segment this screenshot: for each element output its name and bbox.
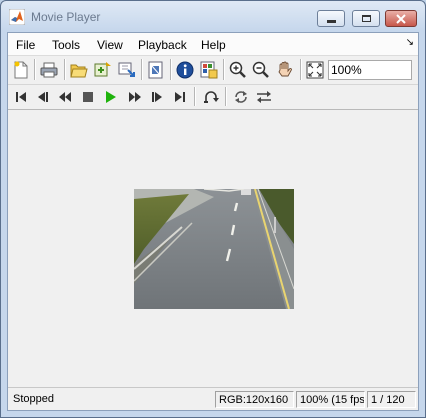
status-state: Stopped xyxy=(13,393,54,405)
zoom-level-value: 100% xyxy=(331,63,362,77)
new-window-icon xyxy=(14,61,28,79)
playback-toolbar xyxy=(8,85,418,110)
fit-to-window-button[interactable] xyxy=(305,60,325,80)
new-window-button[interactable] xyxy=(11,60,31,80)
toolbar-separator xyxy=(223,59,225,80)
zoom-level-field[interactable]: 100% xyxy=(328,60,412,80)
menu-playback[interactable]: Playback xyxy=(138,38,187,52)
print-button[interactable] xyxy=(39,60,59,80)
properties-icon xyxy=(148,61,163,79)
video-info-button[interactable] xyxy=(199,60,219,80)
stop-button[interactable] xyxy=(78,87,98,107)
client-area: File Tools View Playback Help ↘ 100% Sto… xyxy=(7,32,419,411)
go-to-last-button[interactable] xyxy=(170,87,190,107)
fit-to-window-icon xyxy=(306,61,324,79)
dock-arrow-icon[interactable]: ↘ xyxy=(406,37,414,48)
toolbar-separator xyxy=(64,59,66,80)
menu-file[interactable]: File xyxy=(16,38,35,52)
play-button[interactable] xyxy=(101,87,121,107)
step-forward-icon xyxy=(152,92,162,102)
toolbar-separator xyxy=(141,59,143,80)
zoom-out-icon xyxy=(252,61,269,78)
export-button[interactable] xyxy=(117,60,137,80)
toolbar-separator xyxy=(194,87,196,106)
step-forward-button[interactable] xyxy=(147,87,167,107)
play-icon xyxy=(106,91,116,103)
zoom-in-icon xyxy=(229,61,246,78)
zoom-in-button[interactable] xyxy=(228,60,248,80)
close-icon xyxy=(396,13,406,24)
maximize-icon xyxy=(361,15,371,22)
minimize-icon xyxy=(326,19,336,23)
movie-player-window: Movie Player File Tools View Playback He… xyxy=(0,0,426,418)
media-info-button[interactable] xyxy=(175,60,195,80)
toolbar-separator xyxy=(300,59,302,80)
pan-button[interactable] xyxy=(275,60,295,80)
menu-tools[interactable]: Tools xyxy=(52,38,80,52)
matlab-logo-icon xyxy=(9,9,25,25)
open-file-icon xyxy=(70,64,88,77)
minimize-button[interactable] xyxy=(317,10,345,27)
step-back-button[interactable] xyxy=(33,87,53,107)
print-icon xyxy=(40,62,58,78)
video-info-icon xyxy=(200,61,218,79)
rewind-icon xyxy=(59,92,71,102)
menu-bar: File Tools View Playback Help ↘ xyxy=(8,33,418,56)
connect-simulink-button[interactable] xyxy=(93,60,113,80)
status-frame: 1 / 120 xyxy=(367,391,416,408)
autoreverse-icon xyxy=(257,91,271,103)
menu-help[interactable]: Help xyxy=(201,38,226,52)
status-bar: Stopped RGB:120x160 100% (15 fps) 1 / 12… xyxy=(8,387,418,410)
go-to-first-icon xyxy=(16,92,26,102)
video-frame-image xyxy=(134,189,294,309)
go-to-first-button[interactable] xyxy=(11,87,31,107)
properties-button[interactable] xyxy=(146,60,166,80)
media-info-icon xyxy=(176,61,194,79)
toolbar-separator xyxy=(170,59,172,80)
video-display-area xyxy=(8,110,418,387)
export-icon xyxy=(118,62,135,77)
status-format: RGB:120x160 xyxy=(215,391,294,408)
close-button[interactable] xyxy=(385,10,417,27)
connect-simulink-icon xyxy=(94,62,111,77)
fast-forward-button[interactable] xyxy=(125,87,145,107)
maximize-button[interactable] xyxy=(352,10,380,27)
open-file-button[interactable] xyxy=(69,60,89,80)
zoom-out-button[interactable] xyxy=(251,60,271,80)
repeat-button[interactable] xyxy=(231,87,251,107)
toolbar-separator xyxy=(225,87,227,106)
title-bar: Movie Player xyxy=(1,1,425,31)
status-rate: 100% (15 fps) xyxy=(296,391,365,408)
jump-to-button[interactable] xyxy=(201,87,221,107)
window-title: Movie Player xyxy=(31,10,101,24)
main-toolbar: 100% xyxy=(8,56,418,85)
menu-view[interactable]: View xyxy=(97,38,123,52)
repeat-icon xyxy=(235,91,247,103)
fast-forward-icon xyxy=(129,92,141,102)
pan-hand-icon xyxy=(278,61,292,77)
go-to-last-icon xyxy=(175,92,185,102)
autoreverse-button[interactable] xyxy=(254,87,274,107)
jump-to-icon xyxy=(204,91,219,103)
rewind-button[interactable] xyxy=(55,87,75,107)
stop-icon xyxy=(83,92,93,102)
toolbar-separator xyxy=(34,59,36,80)
step-back-icon xyxy=(38,92,48,102)
